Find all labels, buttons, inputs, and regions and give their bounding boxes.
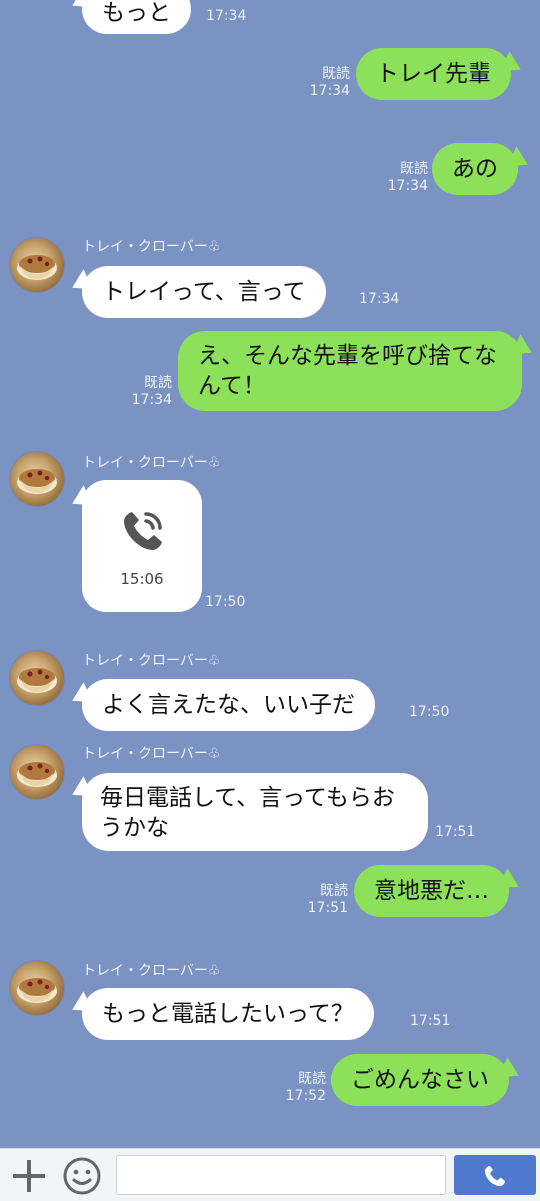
call-duration: 15:06 [120, 570, 164, 588]
plus-icon [13, 1160, 45, 1192]
read-label: 既読 [144, 375, 172, 391]
read-label: 既読 [400, 161, 428, 177]
message-text: あの [452, 156, 498, 182]
cake-image-icon [17, 978, 57, 1003]
message-bubble-incoming[interactable]: もっと電話したいって？ [82, 988, 374, 1040]
message-time: 17:34 [359, 291, 400, 307]
message-text: トレイ先輩 [376, 61, 491, 87]
message-time: 17:34 [206, 8, 247, 24]
message-bubble-outgoing[interactable]: あの [432, 143, 518, 195]
message-text: 毎日電話して、言ってもらおうかな [100, 785, 395, 841]
message-text: よく言えたな、いい子だ [102, 692, 355, 718]
message-bubble-incoming[interactable]: トレイって、言って [82, 266, 326, 318]
sticker-button[interactable] [62, 1156, 102, 1196]
read-label: 既読 [320, 883, 348, 899]
read-receipt: 既読 17:34 [382, 161, 428, 195]
message-text: もっと [102, 0, 171, 26]
message-bubble-incoming[interactable]: もっと [82, 0, 191, 34]
sender-name: トレイ・クローバー♧ [82, 963, 221, 979]
contact-avatar[interactable] [10, 651, 64, 705]
message-input[interactable] [116, 1155, 446, 1195]
call-log-bubble[interactable]: 15:06 [82, 480, 202, 612]
plus-button[interactable] [10, 1157, 48, 1195]
sender-name: トレイ・クローバー♧ [82, 239, 221, 255]
message-text: トレイって、言って [102, 279, 306, 305]
message-bubble-outgoing[interactable]: トレイ先輩 [356, 48, 511, 100]
read-receipt: 既読 17:34 [126, 375, 172, 409]
message-bubble-incoming[interactable]: よく言えたな、いい子だ [82, 679, 375, 731]
read-receipt: 既読 17:51 [302, 883, 348, 917]
contact-avatar[interactable] [10, 452, 64, 506]
read-receipt: 既読 17:52 [280, 1071, 326, 1105]
message-text: もっと電話したいって？ [102, 1001, 354, 1027]
read-label: 既読 [322, 66, 350, 82]
sender-name: トレイ・クローバー♧ [82, 653, 221, 669]
message-time: 17:52 [285, 1088, 326, 1104]
read-label: 既読 [298, 1071, 326, 1087]
message-time: 17:51 [307, 900, 348, 916]
message-time: 17:34 [387, 178, 428, 194]
cake-image-icon [17, 255, 57, 280]
message-text: ごめんなさい [351, 1067, 489, 1093]
phone-icon [124, 512, 162, 550]
message-bubble-incoming[interactable]: 毎日電話して、言ってもらおうかな [82, 773, 428, 851]
message-time: 17:51 [410, 1013, 451, 1029]
read-receipt: 既読 17:34 [304, 66, 350, 100]
smiley-icon [63, 1157, 101, 1195]
contact-avatar[interactable] [10, 961, 64, 1015]
message-input-bar [0, 1148, 540, 1201]
message-text: 意地悪だ… [374, 878, 489, 904]
message-bubble-outgoing[interactable]: え、そんな先輩を呼び捨てなんて！ [178, 331, 522, 411]
message-time: 17:51 [435, 824, 476, 840]
message-bubble-outgoing[interactable]: ごめんなさい [331, 1054, 509, 1106]
cake-image-icon [17, 469, 57, 494]
message-bubble-outgoing[interactable]: 意地悪だ… [354, 865, 509, 917]
cake-image-icon [17, 762, 57, 787]
call-send-button[interactable] [454, 1155, 536, 1195]
message-time: 17:50 [205, 594, 246, 610]
message-time: 17:34 [131, 392, 172, 408]
cake-image-icon [17, 668, 57, 693]
contact-avatar[interactable] [10, 745, 64, 799]
sender-name: トレイ・クローバー♧ [82, 455, 221, 471]
message-time: 17:50 [409, 704, 450, 720]
chat-area[interactable]: もっと 17:34 既読 17:34 トレイ先輩 既読 17:34 あの トレイ… [0, 0, 540, 1148]
phone-icon [484, 1165, 506, 1187]
sender-name: トレイ・クローバー♧ [82, 746, 221, 762]
contact-avatar[interactable] [10, 238, 64, 292]
message-text: え、そんな先輩を呼び捨てなんて！ [198, 343, 497, 399]
message-time: 17:34 [309, 83, 350, 99]
